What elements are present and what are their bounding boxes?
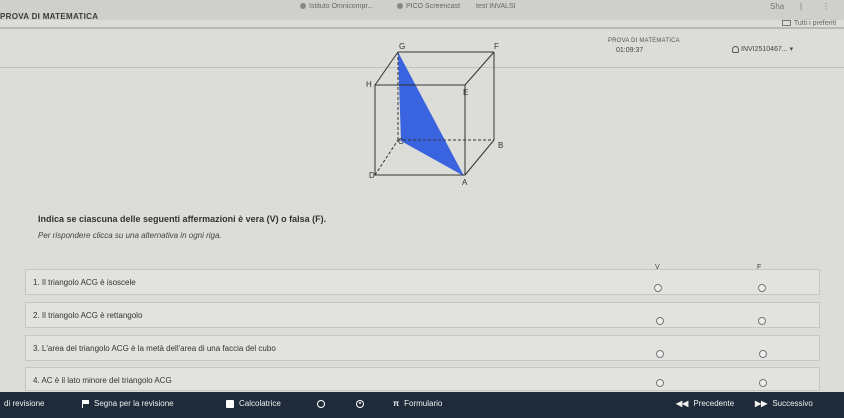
rewind-icon: ◀◀	[676, 399, 689, 408]
timer: 01:09:37	[616, 47, 644, 54]
target-icon	[356, 399, 364, 408]
radio-true-1[interactable]	[654, 284, 662, 292]
radio-false-3[interactable]	[759, 350, 767, 358]
tab-favicon-icon	[300, 3, 306, 10]
test-label: PROVA DI MATEMATICA	[608, 38, 680, 44]
edge-dc	[374, 139, 399, 176]
statement-label: 3. L'area del triangolo ACG è la metà de…	[33, 344, 276, 353]
mark-review-label: Segna per la revisione	[94, 399, 174, 408]
formulas-label: Formulario	[404, 399, 443, 408]
vertex-label-f: F	[494, 42, 499, 51]
radio-false-2[interactable]	[758, 317, 766, 325]
app-title: PROVA DI MATEMATICA	[0, 12, 99, 21]
user-icon	[732, 45, 739, 53]
user-id: INVI2510467...	[741, 46, 788, 53]
radio-true-3[interactable]	[656, 350, 664, 358]
browser-tab-2[interactable]: PICO Screencast	[397, 3, 460, 10]
profile-label[interactable]: Sha	[770, 2, 784, 11]
bookmarks-all[interactable]: Tutti i preferiti	[781, 20, 836, 27]
user-menu[interactable]: INVI2510467... ▾	[732, 45, 793, 53]
formulas-button[interactable]: π Formulario	[393, 399, 442, 408]
fast-forward-icon: ▶▶	[755, 399, 768, 408]
browser-tab-1[interactable]: Istituto Omnicompr...	[300, 3, 373, 10]
bottom-toolbar: di revisione Segna per la revisione Calc…	[0, 392, 844, 418]
header-divider	[0, 27, 844, 29]
vertex-label-c: C	[398, 137, 404, 146]
calculator-button[interactable]: Calcolatrice	[226, 399, 281, 408]
previous-label: Precedente	[693, 399, 735, 408]
radio-false-4[interactable]	[759, 379, 767, 387]
statement-label: 1. Il triangolo ACG è isoscele	[33, 278, 136, 287]
pi-icon: π	[393, 399, 400, 408]
minimize-icon[interactable]: |	[800, 2, 802, 11]
mark-review-button[interactable]: Segna per la revisione	[82, 399, 174, 408]
calculator-label: Calcolatrice	[239, 399, 281, 408]
previous-button[interactable]: ◀◀ Precedente	[676, 399, 734, 408]
next-button[interactable]: ▶▶ Successivo	[755, 399, 813, 408]
next-label: Successivo	[772, 399, 813, 408]
vertex-label-h: H	[366, 80, 372, 89]
clock-icon	[317, 399, 325, 408]
statement-row-2: 2. Il triangolo ACG è rettangolo	[25, 302, 820, 328]
timer-button[interactable]	[317, 399, 330, 408]
flag-icon	[82, 399, 89, 408]
vertex-label-a: A	[462, 178, 468, 187]
tab-label: Istituto Omnicompr...	[309, 3, 374, 10]
radio-true-4[interactable]	[656, 379, 664, 387]
vertex-label-e: E	[463, 88, 468, 97]
question-hint: Per rispondere clicca su una alternativa…	[38, 231, 222, 240]
browser-top-bar: Istituto Omnicompr... PICO Screencast te…	[0, 0, 844, 20]
statement-label: 2. Il triangolo ACG è rettangolo	[33, 311, 143, 320]
tab-label: test INVALSI	[476, 3, 516, 10]
cube-figure: G F H E C B D A	[366, 42, 503, 187]
folder-icon	[781, 20, 791, 27]
tab-favicon-icon	[397, 3, 403, 10]
tab-label: PICO Screencast	[406, 3, 461, 10]
radio-false-1[interactable]	[758, 284, 766, 292]
statement-label: 4. AC è il lato minore del triangolo ACG	[33, 376, 172, 385]
edge-ef	[464, 51, 495, 86]
statement-row-1: 1. Il triangolo ACG è isoscele	[25, 269, 820, 295]
menu-icon[interactable]: ⋮	[822, 2, 830, 11]
vertex-label-g: G	[399, 42, 405, 51]
bookmarks-label: Tutti i preferiti	[793, 20, 836, 27]
chevron-down-icon: ▾	[789, 46, 794, 53]
browser-tab-3[interactable]: test INVALSI	[476, 3, 516, 10]
calculator-icon	[226, 399, 234, 408]
question-instruction: Indica se ciascuna delle seguenti afferm…	[38, 214, 327, 224]
edge-hg	[374, 51, 399, 86]
edge-ab	[464, 139, 495, 176]
triangle-acg	[398, 52, 464, 176]
target-button[interactable]	[356, 399, 369, 408]
statement-row-4: 4. AC è il lato minore del triangolo ACG	[25, 367, 820, 391]
vertex-label-b: B	[498, 141, 503, 150]
statement-row-3: 3. L'area del triangolo ACG è la metà de…	[25, 335, 820, 361]
vertex-label-d: D	[369, 171, 375, 180]
radio-true-2[interactable]	[656, 317, 664, 325]
review-button[interactable]: di revisione	[4, 399, 44, 408]
